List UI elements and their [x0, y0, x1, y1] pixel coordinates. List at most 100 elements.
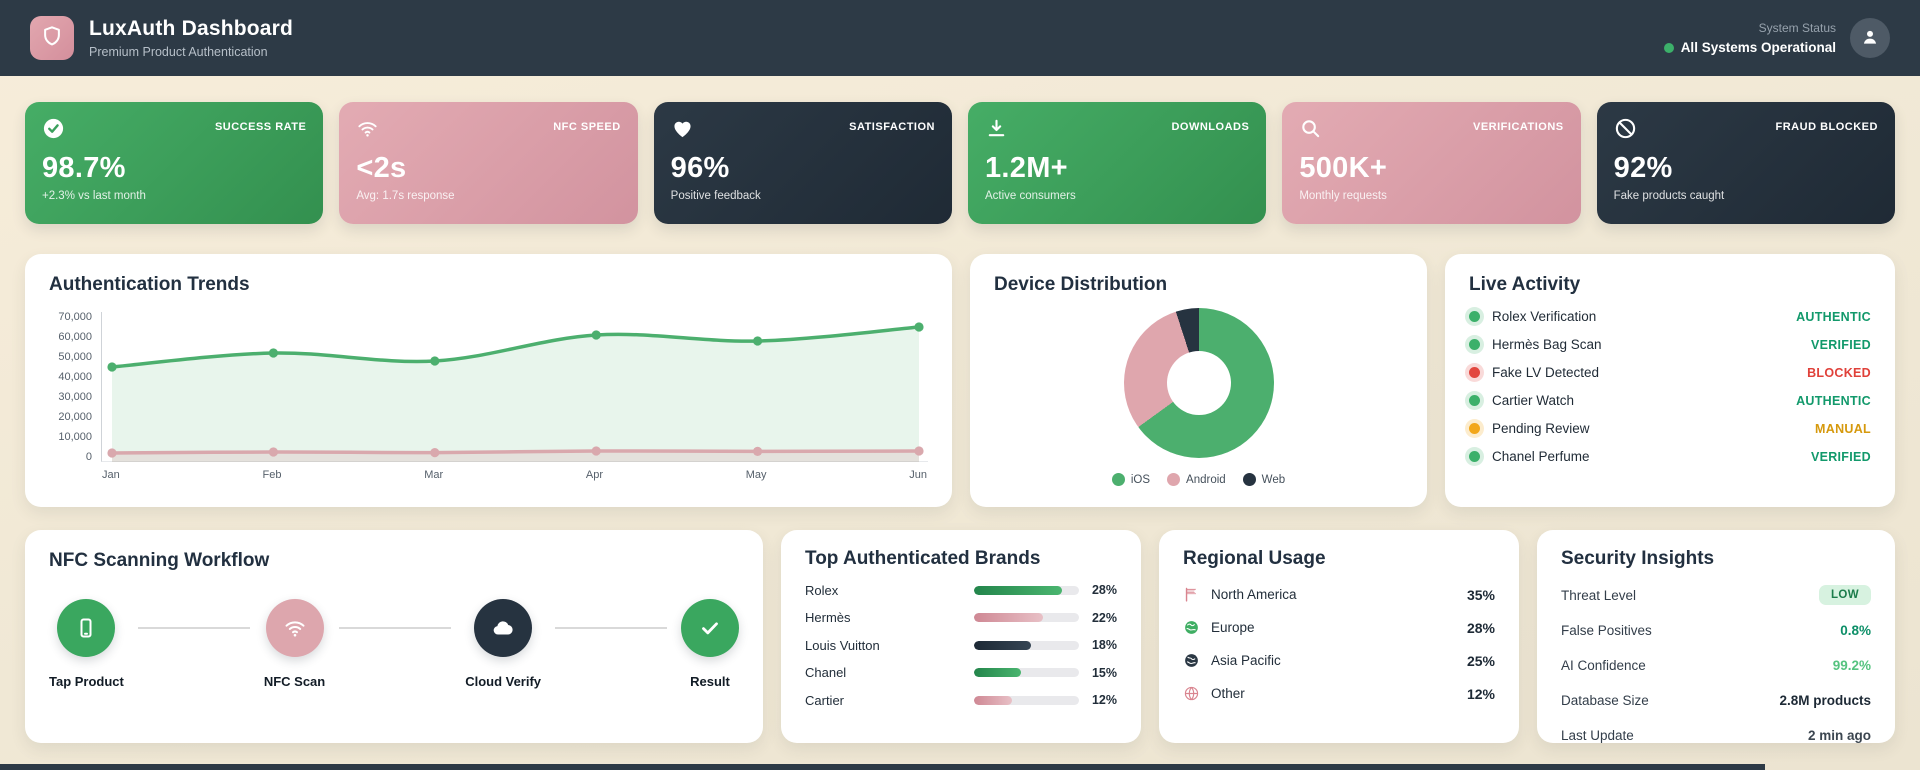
stat-card: NFC SPEED <2s Avg: 1.7s response	[339, 102, 637, 224]
system-status-label: System Status	[1664, 21, 1836, 35]
live-activity-card: Live Activity Rolex Verification AUTHENT…	[1445, 254, 1895, 507]
live-activity-item: Pending Review MANUAL	[1469, 421, 1871, 436]
status-dot	[1664, 43, 1674, 53]
region-name: North America	[1211, 587, 1297, 602]
stat-card-value: 98.7%	[42, 152, 306, 185]
live-activity-item: Hermès Bag Scan VERIFIED	[1469, 337, 1871, 352]
workflow-step: Cloud Verify	[465, 599, 541, 689]
activity-status-dot	[1469, 311, 1480, 322]
cloud-icon	[474, 599, 532, 657]
stat-card-value: 1.2M+	[985, 152, 1249, 185]
legend-dot	[1167, 473, 1180, 486]
workflow-step-label: Result	[690, 674, 730, 689]
stat-cards-row: SUCCESS RATE 98.7% +2.3% vs last month N…	[25, 102, 1895, 224]
y-axis-tick: 20,000	[58, 411, 92, 423]
region-row: Asia Pacific 25%	[1183, 652, 1495, 669]
stat-card-subtitle: Monthly requests	[1299, 190, 1563, 202]
workflow-step-label: Tap Product	[49, 674, 124, 689]
trends-line-chart	[101, 312, 928, 462]
security-metric-label: Last Update	[1561, 728, 1634, 743]
legend-item: iOS	[1112, 473, 1150, 486]
app-logo	[30, 16, 74, 60]
workflow-step: Result	[681, 599, 739, 689]
top-brands-card: Top Authenticated Brands Rolex 28% Hermè…	[781, 530, 1141, 743]
brand-percentage: 28%	[1079, 583, 1117, 597]
activity-label: Cartier Watch	[1492, 393, 1574, 408]
legend-label: Android	[1186, 474, 1226, 486]
stat-card-label: VERIFICATIONS	[1473, 121, 1564, 133]
wifi-icon	[356, 117, 379, 145]
brand-bar-track	[974, 613, 1079, 622]
legend-item: Web	[1243, 473, 1285, 486]
y-axis-tick: 40,000	[58, 371, 92, 383]
stat-card: SATISFACTION 96% Positive feedback	[654, 102, 952, 224]
brand-name: Louis Vuitton	[805, 638, 974, 653]
block-icon	[1614, 117, 1637, 145]
region-row: Europe 28%	[1183, 619, 1495, 636]
region-name: Other	[1211, 686, 1245, 701]
brand-percentage: 18%	[1079, 638, 1117, 652]
x-axis-label: Apr	[586, 469, 603, 481]
nfc-workflow-card: NFC Scanning Workflow Tap Product NFC Sc…	[25, 530, 763, 743]
security-metric-value: 99.2%	[1833, 658, 1871, 673]
activity-status-badge: VERIFIED	[1811, 450, 1871, 464]
globe-europe-icon	[1183, 619, 1200, 636]
stat-card-label: SUCCESS RATE	[215, 121, 306, 133]
legend-label: iOS	[1131, 474, 1150, 486]
activity-status-badge: VERIFIED	[1811, 338, 1871, 352]
security-metric-label: AI Confidence	[1561, 658, 1646, 673]
system-status: System Status All Systems Operational	[1664, 21, 1836, 55]
trends-x-axis: JanFebMarAprMayJun	[101, 469, 928, 481]
y-axis-tick: 70,000	[58, 311, 92, 323]
security-metric-label: Database Size	[1561, 693, 1649, 708]
security-row: Threat Level LOW	[1561, 585, 1871, 605]
brand-bar-fill	[974, 668, 1021, 677]
security-metric-label: False Positives	[1561, 623, 1652, 638]
security-row: AI Confidence 99.2%	[1561, 655, 1871, 675]
legend-dot	[1112, 473, 1125, 486]
x-axis-label: Mar	[424, 469, 443, 481]
download-icon	[985, 117, 1008, 145]
flag-icon	[1183, 586, 1200, 603]
stat-card: VERIFICATIONS 500K+ Monthly requests	[1282, 102, 1580, 224]
live-activity-item: Fake LV Detected BLOCKED	[1469, 365, 1871, 380]
y-axis-tick: 30,000	[58, 391, 92, 403]
activity-status-badge: MANUAL	[1815, 422, 1871, 436]
activity-status-dot	[1469, 367, 1480, 378]
system-status-value: All Systems Operational	[1681, 40, 1836, 55]
wifi-icon	[266, 599, 324, 657]
security-metric-value: 2.8M products	[1779, 693, 1871, 708]
threat-level-badge: LOW	[1819, 585, 1871, 605]
user-icon	[1860, 27, 1880, 50]
brand-name: Rolex	[805, 583, 974, 598]
stat-card: DOWNLOADS 1.2M+ Active consumers	[968, 102, 1266, 224]
workflow-step: Tap Product	[49, 599, 124, 689]
activity-status-dot	[1469, 339, 1480, 350]
trends-title: Authentication Trends	[49, 274, 928, 296]
y-axis-tick: 0	[86, 451, 92, 463]
workflow-step-label: NFC Scan	[264, 674, 325, 689]
brand-row: Cartier 12%	[805, 693, 1117, 708]
x-axis-label: May	[746, 469, 767, 481]
search-icon	[1299, 117, 1322, 145]
legend-dot	[1243, 473, 1256, 486]
device-donut-chart	[1124, 308, 1274, 458]
check-circle-icon	[42, 117, 65, 145]
brand-bar-fill	[974, 586, 1062, 595]
live-activity-item: Cartier Watch AUTHENTIC	[1469, 393, 1871, 408]
brand-bar-fill	[974, 696, 1012, 705]
region-name: Asia Pacific	[1211, 653, 1281, 668]
y-axis-tick: 10,000	[58, 431, 92, 443]
activity-status-badge: AUTHENTIC	[1796, 310, 1871, 324]
brand-bar-track	[974, 586, 1079, 595]
brand-bar-fill	[974, 641, 1031, 650]
activity-label: Hermès Bag Scan	[1492, 337, 1602, 352]
stat-card-subtitle: Active consumers	[985, 190, 1249, 202]
activity-status-badge: AUTHENTIC	[1796, 394, 1871, 408]
authentication-trends-card: Authentication Trends 70,00060,00050,000…	[25, 254, 952, 507]
activity-label: Pending Review	[1492, 421, 1590, 436]
user-avatar-button[interactable]	[1850, 18, 1890, 58]
activity-status-dot	[1469, 395, 1480, 406]
security-list: Threat Level LOW False Positives 0.8% AI…	[1561, 585, 1871, 745]
security-row: Database Size 2.8M products	[1561, 690, 1871, 710]
